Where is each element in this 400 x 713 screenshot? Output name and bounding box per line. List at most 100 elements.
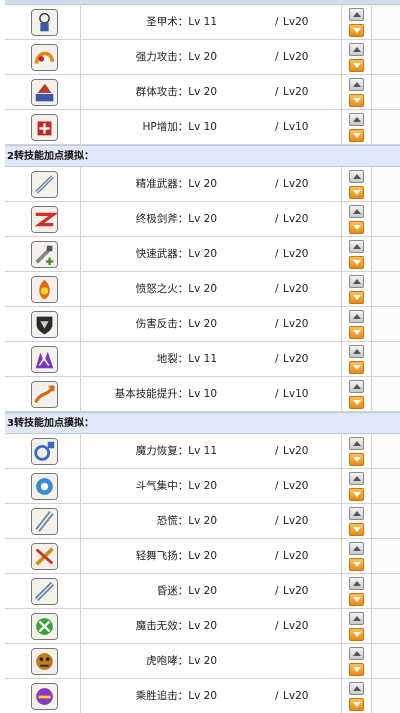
skill-level-text: 魔击无效：Lv 20 / Lv20 bbox=[81, 609, 353, 643]
skill-simulator: 圣甲术：Lv 11 / Lv20 强力攻击：Lv 20 / Lv20 群体攻击：Lv 20 /… bbox=[5, 0, 400, 713]
level-down-arrow-icon[interactable] bbox=[349, 558, 364, 571]
skill-row: 基本技能提升：Lv 10 / Lv10 bbox=[5, 377, 400, 412]
skill-max-level: Lv20 bbox=[283, 515, 309, 527]
level-down-arrow-icon[interactable] bbox=[349, 326, 364, 339]
skill-level-text: 精准武器：Lv 20 / Lv20 bbox=[81, 167, 353, 201]
skill-max-level: Lv10 bbox=[283, 388, 309, 400]
skill-name-level: 群体攻击：Lv 20 bbox=[135, 86, 217, 98]
icon-cell bbox=[5, 469, 81, 503]
slash-blast-icon bbox=[31, 79, 58, 106]
skill-name-level: 虎咆哮：Lv 20 bbox=[146, 655, 217, 667]
skill-row: 地裂：Lv 11 / Lv20 bbox=[5, 342, 400, 377]
level-controls bbox=[341, 167, 372, 201]
level-controls bbox=[341, 40, 372, 74]
combo-attack-icon bbox=[31, 473, 58, 500]
skill-row: HP增加：Lv 10 / Lv10 bbox=[5, 110, 400, 145]
level-separator: / bbox=[275, 515, 279, 527]
level-controls bbox=[341, 644, 372, 678]
level-down-arrow-icon[interactable] bbox=[349, 396, 364, 409]
skill-name-level: 轻舞飞扬：Lv 20 bbox=[135, 550, 217, 562]
skill-name-level: 地裂：Lv 11 bbox=[156, 353, 217, 365]
skill-max-level: Lv20 bbox=[283, 690, 309, 702]
icon-cell bbox=[5, 574, 81, 608]
level-up-arrow-icon[interactable] bbox=[349, 612, 364, 625]
skill-max-level: Lv20 bbox=[283, 248, 309, 260]
level-up-arrow-icon[interactable] bbox=[349, 472, 364, 485]
level-down-arrow-icon[interactable] bbox=[349, 256, 364, 269]
level-separator: / bbox=[275, 480, 279, 492]
level-down-arrow-icon[interactable] bbox=[349, 523, 364, 536]
level-controls bbox=[341, 609, 372, 643]
level-separator: / bbox=[275, 248, 279, 260]
level-down-arrow-icon[interactable] bbox=[349, 186, 364, 199]
skill-max-level: Lv20 bbox=[283, 86, 309, 98]
level-up-arrow-icon[interactable] bbox=[349, 437, 364, 450]
level-up-arrow-icon[interactable] bbox=[349, 205, 364, 218]
level-down-arrow-icon[interactable] bbox=[349, 221, 364, 234]
level-down-arrow-icon[interactable] bbox=[349, 628, 364, 641]
skill-name-level: 快速武器：Lv 20 bbox=[135, 248, 217, 260]
icon-cell bbox=[5, 504, 81, 538]
level-down-arrow-icon[interactable] bbox=[349, 488, 364, 501]
icon-cell bbox=[5, 377, 81, 411]
level-up-arrow-icon[interactable] bbox=[349, 170, 364, 183]
icon-cell bbox=[5, 434, 81, 468]
level-controls bbox=[341, 342, 372, 376]
brandish-icon bbox=[31, 543, 58, 570]
weapon-booster-icon bbox=[31, 241, 58, 268]
level-up-arrow-icon[interactable] bbox=[349, 647, 364, 660]
level-down-arrow-icon[interactable] bbox=[349, 24, 364, 37]
row-margin bbox=[372, 5, 400, 39]
level-controls bbox=[341, 202, 372, 236]
level-controls bbox=[341, 5, 372, 39]
level-up-arrow-icon[interactable] bbox=[349, 310, 364, 323]
row-margin bbox=[372, 377, 400, 411]
rage-icon bbox=[31, 276, 58, 303]
skill-level-text: 基本技能提升：Lv 10 / Lv10 bbox=[81, 377, 353, 411]
level-separator: / bbox=[275, 585, 279, 597]
level-separator: / bbox=[275, 178, 279, 190]
level-up-arrow-icon[interactable] bbox=[349, 240, 364, 253]
skill-name-level: 精准武器：Lv 20 bbox=[135, 178, 217, 190]
level-down-arrow-icon[interactable] bbox=[349, 698, 364, 711]
level-up-arrow-icon[interactable] bbox=[349, 542, 364, 555]
icon-cell bbox=[5, 237, 81, 271]
level-separator: / bbox=[275, 620, 279, 632]
level-down-arrow-icon[interactable] bbox=[349, 361, 364, 374]
level-separator: / bbox=[275, 86, 279, 98]
level-up-arrow-icon[interactable] bbox=[349, 275, 364, 288]
level-up-arrow-icon[interactable] bbox=[349, 682, 364, 695]
icon-cell bbox=[5, 110, 81, 144]
level-controls bbox=[341, 110, 372, 144]
magic-crash-icon bbox=[31, 613, 58, 640]
final-attack-icon bbox=[31, 206, 58, 233]
level-down-arrow-icon[interactable] bbox=[349, 291, 364, 304]
level-separator: / bbox=[275, 550, 279, 562]
row-margin bbox=[372, 679, 400, 713]
level-up-arrow-icon[interactable] bbox=[349, 113, 364, 126]
level-up-arrow-icon[interactable] bbox=[349, 577, 364, 590]
level-controls bbox=[341, 679, 372, 713]
row-margin bbox=[372, 504, 400, 538]
level-down-arrow-icon[interactable] bbox=[349, 453, 364, 466]
skill-row: 终极剑斧：Lv 20 / Lv20 bbox=[5, 202, 400, 237]
icon-cell bbox=[5, 40, 81, 74]
level-down-arrow-icon[interactable] bbox=[349, 59, 364, 72]
skill-row: 伤害反击：Lv 20 / Lv20 bbox=[5, 307, 400, 342]
level-up-arrow-icon[interactable] bbox=[349, 8, 364, 21]
level-controls bbox=[341, 469, 372, 503]
level-down-arrow-icon[interactable] bbox=[349, 593, 364, 606]
level-down-arrow-icon[interactable] bbox=[349, 129, 364, 142]
level-up-arrow-icon[interactable] bbox=[349, 345, 364, 358]
skill-row: 虎咆哮：Lv 20 bbox=[5, 644, 400, 679]
level-down-arrow-icon[interactable] bbox=[349, 663, 364, 676]
level-up-arrow-icon[interactable] bbox=[349, 380, 364, 393]
skill-level-text: 魔力恢复：Lv 11 / Lv20 bbox=[81, 434, 353, 468]
level-up-arrow-icon[interactable] bbox=[349, 78, 364, 91]
level-separator: / bbox=[275, 16, 279, 28]
level-up-arrow-icon[interactable] bbox=[349, 43, 364, 56]
level-down-arrow-icon[interactable] bbox=[349, 94, 364, 107]
level-separator: / bbox=[275, 213, 279, 225]
level-separator: / bbox=[275, 121, 279, 133]
level-up-arrow-icon[interactable] bbox=[349, 507, 364, 520]
